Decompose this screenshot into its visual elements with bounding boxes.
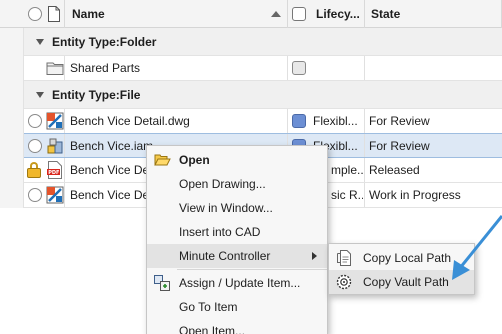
row-select-radio[interactable] [28,188,42,202]
state-value: For Review [369,114,430,128]
menu-item-open[interactable]: Open [147,148,327,172]
menu-item-label: Assign / Update Item... [179,276,301,290]
copy-document-icon [337,250,351,266]
lifecycle-name: mple... [331,163,363,177]
menu-item-label: Copy Vault Path [363,275,449,289]
cell-divider [364,109,365,133]
lifecycle-state-swatch [292,61,306,75]
dwg-file-icon [46,186,64,204]
menu-item-label: Open [179,153,210,167]
assembly-file-icon [47,138,63,154]
row-header-gutter [0,28,24,208]
collapse-triangle-icon[interactable] [36,39,44,45]
row-select-radio[interactable] [28,139,42,153]
cell-divider [64,109,65,133]
menu-item-label: Go To Item [179,300,238,314]
grid-header: Name Lifecy... State [0,0,502,28]
open-icon [154,154,171,166]
menu-item-insert-into-cad[interactable]: Insert into CAD [147,220,327,244]
lifecycle-name: sic R... [331,188,363,202]
lifecycle-name: Flexibl... [313,114,358,128]
file-name[interactable]: Shared Parts [70,56,284,80]
menu-item-open-drawing[interactable]: Open Drawing... [147,172,327,196]
menu-item-assign-update-item[interactable]: Assign / Update Item... [147,271,327,295]
header-file-icon [48,6,60,22]
assign-item-icon [154,275,170,291]
table-row[interactable]: Bench Vice Detail.dwg Flexibl... For Rev… [0,109,502,134]
cell-divider [64,56,65,80]
menu-item-minute-controller[interactable]: Minute Controller [147,244,327,268]
cell-divider [287,109,288,133]
sort-up-icon[interactable] [271,11,281,17]
menu-item-view-in-window[interactable]: View in Window... [147,196,327,220]
header-divider [364,0,365,28]
cell-divider [364,158,365,182]
context-menu: Open Open Drawing... View in Window... I… [146,145,328,334]
cell-divider [364,56,365,80]
state-value: For Review [369,139,430,153]
group-title: Entity Type:Folder [52,35,157,49]
menu-item-label: View in Window... [179,201,273,215]
folder-icon [46,62,64,75]
dwg-file-icon [46,112,64,130]
header-name[interactable]: Name [72,0,105,28]
table-row[interactable]: Shared Parts [0,56,502,81]
menu-item-label: Open Drawing... [179,177,266,191]
header-divider [287,0,288,28]
menu-item-open-item[interactable]: Open Item... [147,319,327,334]
vault-gear-icon [336,274,352,290]
callout-arrow-icon [452,215,502,280]
group-header-file[interactable]: Entity Type:File [0,81,502,109]
menu-item-label: Copy Local Path [363,251,452,265]
header-select-all-radio[interactable] [28,7,42,21]
menu-separator [177,269,327,270]
lock-icon [27,162,41,178]
state-value: Work in Progress [369,188,461,202]
group-title: Entity Type:File [52,88,141,102]
cell-divider [287,56,288,80]
state-value: Released [369,163,420,177]
file-name[interactable]: Bench Vice Det [70,158,146,182]
cell-divider [364,134,365,157]
header-lifecycle[interactable]: Lifecy... [316,0,360,28]
cell-divider [64,183,65,207]
row-select-radio[interactable] [28,114,42,128]
cell-divider [364,183,365,207]
lifecycle-state-swatch [292,114,306,128]
cell-divider [64,134,65,157]
pdf-file-icon: PDF [47,161,62,179]
file-name[interactable]: Bench Vice Det [70,183,146,207]
header-state[interactable]: State [371,0,400,28]
menu-item-go-to-item[interactable]: Go To Item [147,295,327,319]
group-header-folder[interactable]: Entity Type:Folder [0,28,502,56]
collapse-triangle-icon[interactable] [36,92,44,98]
header-lifecycle-checkbox[interactable] [292,7,306,21]
svg-text:PDF: PDF [48,170,59,176]
cell-divider [64,158,65,182]
header-divider [64,0,65,28]
menu-item-label: Minute Controller [179,249,271,263]
menu-item-label: Open Item... [179,324,246,334]
submenu-arrow-icon [312,252,317,260]
menu-item-label: Insert into CAD [179,225,261,239]
file-name[interactable]: Bench Vice Detail.dwg [70,109,284,133]
